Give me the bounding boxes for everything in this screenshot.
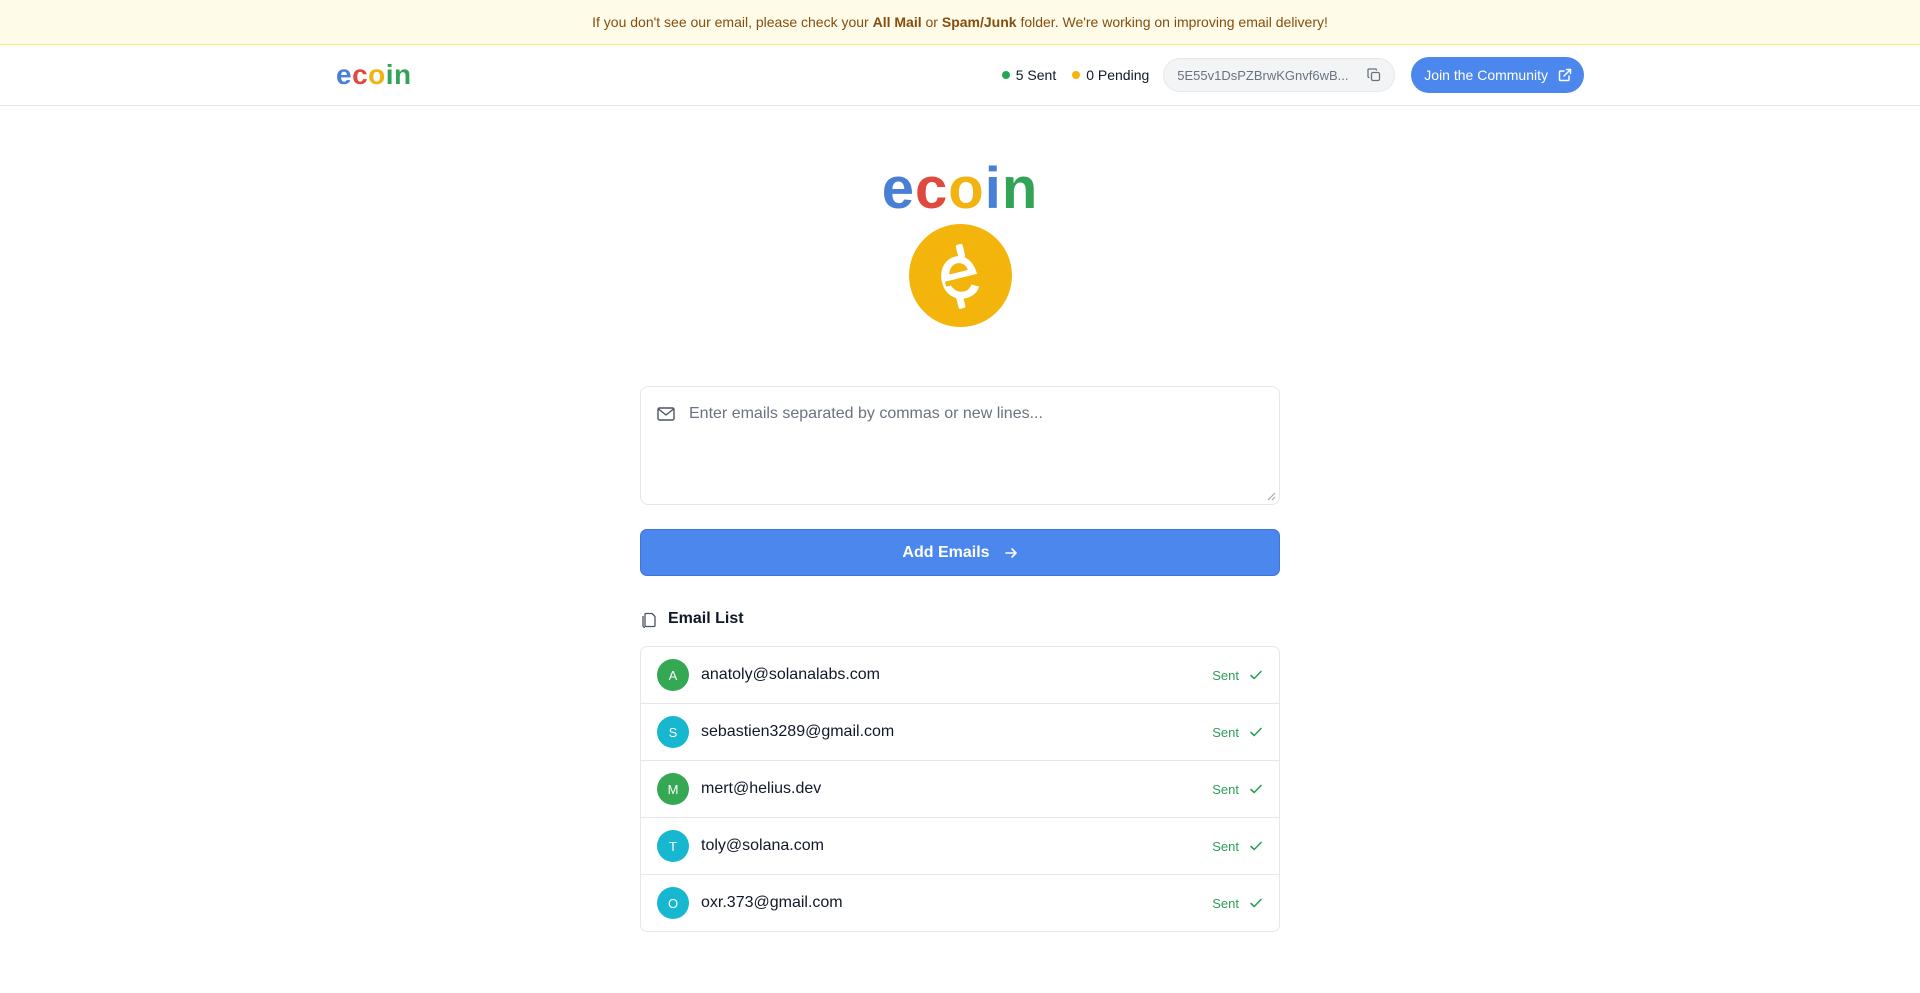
add-emails-label: Add Emails [902,543,990,561]
arrow-right-icon [1004,547,1017,558]
check-icon [1250,841,1262,851]
sent-count-label: 5 Sent [1015,67,1057,83]
avatar: M [657,773,689,805]
email-form-section: Add Emails Email List A anatoly@solanala… [640,386,1280,932]
list-item[interactable]: A anatoly@solanalabs.com Sent [641,647,1279,704]
email-delivery-banner: If you don't see our email, please check… [0,0,1920,45]
email-address: mert@helius.dev [701,780,822,797]
add-emails-button[interactable]: Add Emails [640,529,1280,576]
wallet-address-text: 5E55v1DsPZBrwKGnvf6wB... [1177,67,1349,83]
banner-text-prefix: If you don't see our email, please check… [592,14,869,30]
avatar: T [657,830,689,862]
check-icon [1250,727,1262,737]
hero-letter-o: o [948,156,985,221]
pending-status-dot-icon [1072,71,1081,79]
hero-wordmark: ecoin [882,160,1039,218]
status-label: Sent [1212,895,1239,911]
mail-icon [657,407,675,421]
hero-logo: ecoin [0,160,1920,327]
email-list: A anatoly@solanalabs.com Sent S sebastie… [640,646,1280,932]
email-address: oxr.373@gmail.com [701,894,843,911]
list-item[interactable]: T toly@solana.com Sent [641,818,1279,875]
status-badge: Sent [1212,839,1263,854]
email-address: toly@solana.com [701,837,824,854]
brand-letters-in: in [385,59,412,90]
header-actions: 5 Sent 0 Pending 5E55v1DsPZBrwKGnvf6wB..… [1001,57,1584,93]
status-label: Sent [1212,781,1239,797]
documents-icon [642,612,656,628]
status-label: Sent [1212,724,1239,740]
pending-counter: 0 Pending [1072,67,1149,83]
banner-text-suffix: folder. We're working on improving email… [1016,14,1328,30]
avatar: S [657,716,689,748]
hero-letter-n: n [1001,156,1039,221]
external-link-icon [1558,68,1572,82]
email-list-heading: Email List [640,610,1280,628]
avatar: A [657,659,689,691]
status-label: Sent [1212,838,1239,854]
emails-textarea[interactable] [689,405,1263,494]
email-address: anatoly@solanalabs.com [701,666,881,683]
status-badge: Sent [1212,896,1263,911]
resize-handle-icon[interactable] [1267,492,1276,501]
email-address: sebastien3289@gmail.com [701,723,895,740]
brand-logo-link[interactable]: ecoin [336,59,412,91]
wallet-address-pill[interactable]: 5E55v1DsPZBrwKGnvf6wB... [1163,58,1396,92]
email-input-box[interactable] [640,386,1280,505]
brand-letter-o: o [368,59,386,90]
status-badge: Sent [1212,782,1263,797]
hero-letter-i: i [984,156,1002,221]
list-item[interactable]: O oxr.373@gmail.com Sent [641,875,1279,931]
join-community-label: Join the Community [1424,67,1548,83]
check-icon [1250,898,1262,908]
brand-letter-e: e [336,59,353,90]
brand-letter-c: c [352,59,369,90]
banner-text-middle: or [921,14,942,30]
join-community-button[interactable]: Join the Community [1411,57,1584,93]
list-item[interactable]: S sebastien3289@gmail.com Sent [641,704,1279,761]
status-badge: Sent [1212,668,1263,683]
list-item[interactable]: M mert@helius.dev Sent [641,761,1279,818]
ecoin-symbol-icon [941,243,980,309]
check-icon [1250,670,1262,680]
banner-folder-all-mail: All Mail [872,14,922,30]
hero-letter-c: c [915,156,949,221]
ecoin-coin-icon [908,224,1012,327]
top-navigation: ecoin 5 Sent 0 Pending 5E55v1DsPZBrwKGnv… [0,45,1920,106]
pending-count-label: 0 Pending [1086,67,1150,83]
email-list-title: Email List [668,610,744,627]
status-badge: Sent [1212,725,1263,740]
sent-status-dot-icon [1001,71,1010,79]
avatar: O [657,887,689,919]
status-label: Sent [1212,667,1239,683]
hero-letter-e: e [881,156,915,221]
sent-counter: 5 Sent [1001,67,1057,83]
banner-folder-spam: Spam/Junk [941,14,1017,30]
check-icon [1250,784,1262,794]
copy-icon[interactable] [1366,67,1382,83]
